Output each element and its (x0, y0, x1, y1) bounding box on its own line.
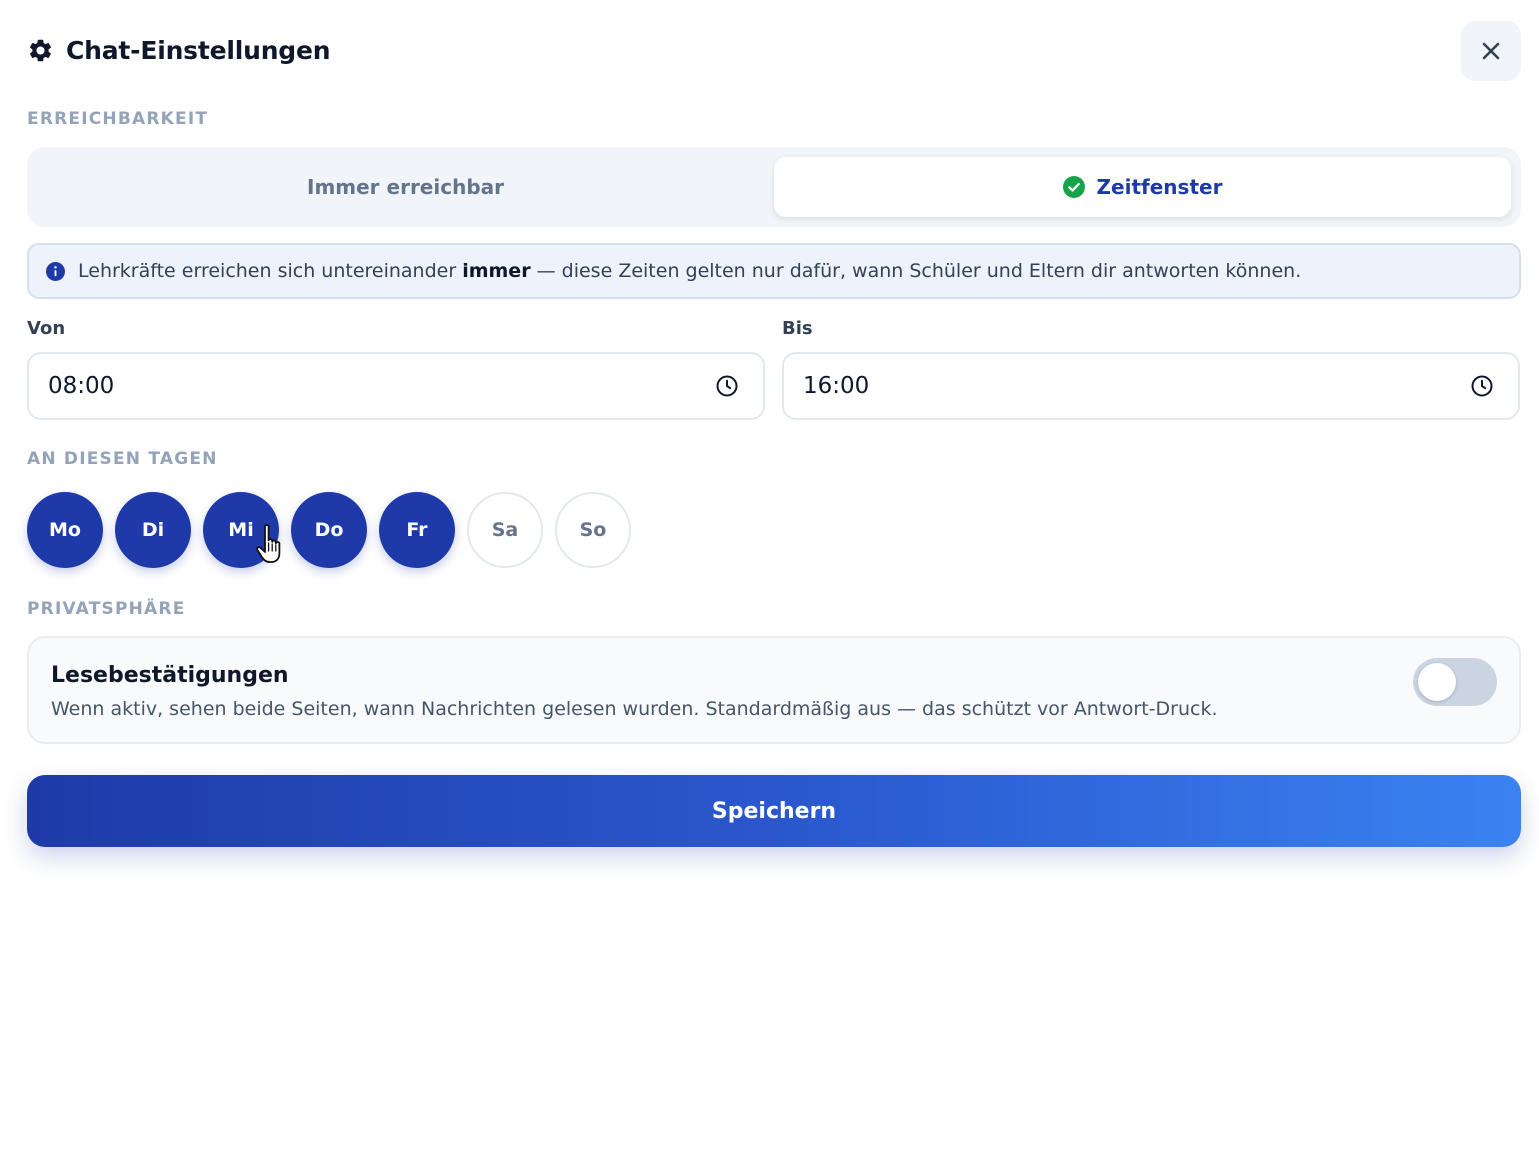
option-time-window[interactable]: Zeitfenster (774, 157, 1511, 217)
close-button[interactable] (1461, 21, 1521, 81)
day-tuesday[interactable]: Di (115, 492, 191, 568)
availability-toggle: Immer erreichbar Zeitfenster (27, 147, 1521, 227)
switch-knob (1418, 663, 1456, 701)
to-time-input[interactable]: 16:00 (782, 352, 1520, 420)
day-selector: Mo Di Mi Do Fr Sa So (27, 492, 643, 568)
save-button[interactable]: Speichern (27, 775, 1521, 847)
day-sunday[interactable]: So (555, 492, 631, 568)
section-label-days: AN DIESEN TAGEN (27, 449, 218, 469)
from-label: Von (27, 318, 66, 339)
clock-icon[interactable] (1470, 374, 1494, 398)
read-receipts-switch[interactable] (1413, 658, 1497, 706)
day-saturday[interactable]: Sa (467, 492, 543, 568)
read-receipts-description: Wenn aktiv, sehen beide Seiten, wann Nac… (51, 698, 1218, 720)
clock-icon[interactable] (715, 374, 739, 398)
read-receipts-title: Lesebestätigungen (51, 663, 289, 688)
to-time-value: 16:00 (803, 373, 870, 399)
day-friday[interactable]: Fr (379, 492, 455, 568)
close-icon (1482, 42, 1500, 60)
dialog-title: Chat-Einstellungen (66, 36, 331, 65)
day-monday[interactable]: Mo (27, 492, 103, 568)
option-label: Immer erreichbar (307, 175, 504, 199)
to-label: Bis (782, 318, 813, 339)
day-wednesday[interactable]: Mi (203, 492, 279, 568)
chat-settings-dialog: Chat-Einstellungen ERREICHBARKEIT Immer … (0, 0, 1539, 1166)
check-circle-icon (1062, 176, 1085, 198)
option-always-available[interactable]: Immer erreichbar (37, 157, 774, 217)
from-time-value: 08:00 (48, 373, 115, 399)
day-thursday[interactable]: Do (291, 492, 367, 568)
read-receipts-card: Lesebestätigungen Wenn aktiv, sehen beid… (27, 636, 1521, 744)
section-label-privacy: PRIVATSPHÄRE (27, 599, 186, 619)
gear-icon (27, 37, 54, 64)
dialog-header: Chat-Einstellungen (27, 21, 1521, 82)
option-label: Zeitfenster (1096, 175, 1223, 199)
title-row: Chat-Einstellungen (27, 36, 331, 65)
info-text: Lehrkräfte erreichen sich untereinander … (78, 260, 1302, 282)
from-time-input[interactable]: 08:00 (27, 352, 765, 420)
info-icon (46, 261, 65, 281)
section-label-availability: ERREICHBARKEIT (27, 109, 209, 129)
info-note: Lehrkräfte erreichen sich untereinander … (27, 243, 1521, 299)
